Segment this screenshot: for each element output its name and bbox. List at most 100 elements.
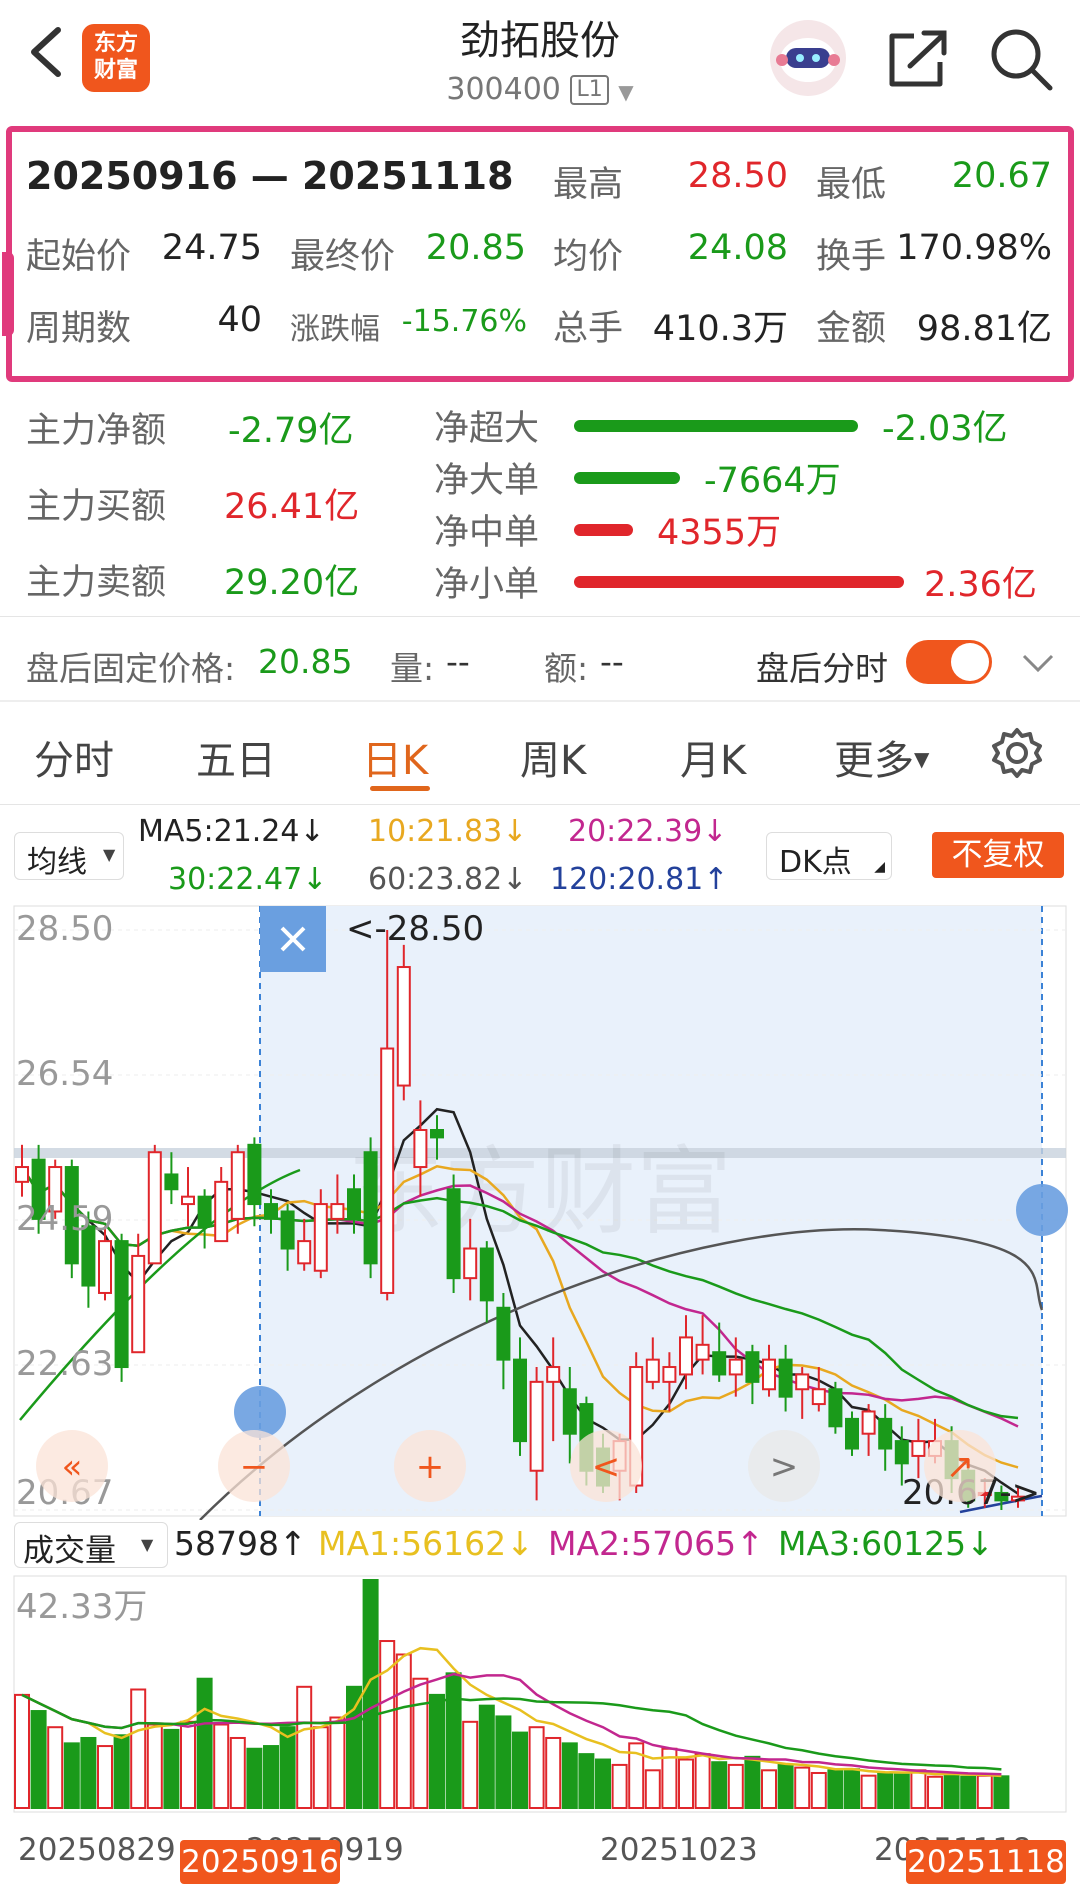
volume-bar	[478, 1704, 495, 1810]
start-label: 起始价	[26, 237, 132, 277]
low-label: 最低	[816, 165, 887, 205]
volume-bar	[346, 1685, 362, 1809]
selected-start-date[interactable]: 20250916	[180, 1840, 340, 1884]
tab-daily-k[interactable]: 日K	[362, 728, 428, 786]
volume-bar	[495, 1715, 512, 1809]
volume-bar	[30, 1710, 47, 1809]
volume-bar	[213, 1723, 230, 1809]
volume-bar	[595, 1758, 611, 1809]
selected-end-date[interactable]: 20251118	[906, 1840, 1066, 1884]
after-hours-toggle[interactable]	[906, 640, 992, 684]
turnover-label: 换手	[816, 237, 887, 277]
caret-down-icon: ▼	[914, 747, 930, 771]
chart-control-icon: «	[62, 1447, 83, 1487]
main-buy-label: 主力买额	[26, 487, 167, 527]
caret-down-icon: ▼	[141, 1535, 154, 1554]
candle-body	[662, 1366, 677, 1383]
y-axis-label: 24.59	[16, 1199, 113, 1239]
tab-intraday[interactable]: 分时	[34, 728, 114, 786]
after-hours-toggle-label: 盘后分时	[756, 649, 888, 688]
periods-value: 40	[217, 300, 262, 340]
range-end-handle	[1016, 1184, 1068, 1236]
ma20-value: 20:22.39↓	[568, 814, 728, 849]
stock-code: 300400	[446, 72, 561, 107]
volume-ma3: MA3:60125↓	[778, 1524, 994, 1563]
volume-max-label: 42.33万	[16, 1587, 147, 1627]
candle-body	[330, 1203, 345, 1220]
dk-label: DK点	[779, 845, 852, 880]
dk-point-button[interactable]: DK点 ◢	[766, 832, 892, 880]
candle-body	[529, 1380, 544, 1472]
volume-value: 410.3万	[652, 309, 788, 349]
ma-select[interactable]: 均线 ▼	[14, 832, 124, 880]
candle-body	[695, 1343, 710, 1361]
kline-chart[interactable]: 东方财富28.5026.5424.5922.6320.67<-28.5020.6…	[0, 900, 1080, 1520]
volume-bar	[163, 1728, 180, 1810]
y-axis-label: 26.54	[16, 1054, 113, 1094]
main-buy-value: 26.41亿	[224, 487, 360, 527]
share-icon[interactable]	[886, 28, 950, 90]
ma-select-label: 均线	[27, 845, 87, 880]
candle-body	[313, 1203, 328, 1272]
y-axis-label: 28.50	[16, 909, 113, 949]
volume-chart[interactable]: 42.33万	[0, 1572, 1080, 1822]
candle-body	[230, 1151, 245, 1220]
tab-more[interactable]: 更多▼	[834, 728, 929, 786]
flow-item-value: 2.36亿	[924, 565, 1037, 605]
after-hours-amt-label: 额:	[544, 649, 589, 688]
avg-label: 均价	[553, 237, 624, 277]
volume-bar	[528, 1726, 545, 1809]
volume-bar	[429, 1693, 445, 1809]
candle-body	[264, 1203, 278, 1220]
tab-weekly-k[interactable]: 周K	[520, 728, 586, 786]
main-sell-label: 主力卖额	[26, 563, 167, 603]
flow-item-label: 净大单	[434, 461, 540, 501]
date-label-1: 20250829	[18, 1832, 176, 1868]
volume-bar	[678, 1758, 694, 1809]
avg-value: 24.08	[687, 228, 788, 268]
candle-body	[446, 1188, 461, 1280]
level-badge: L1	[570, 75, 609, 105]
start-value: 24.75	[161, 228, 262, 268]
volume-bar	[229, 1736, 246, 1810]
candle-body	[114, 1240, 129, 1369]
change-label: 涨跌幅	[290, 312, 380, 347]
tab-five-day[interactable]: 五日	[196, 728, 276, 786]
volume-bar	[910, 1769, 927, 1810]
volume-bar	[976, 1774, 993, 1809]
candle-body	[712, 1351, 727, 1376]
candle-body	[745, 1351, 760, 1383]
volume-bar	[146, 1723, 163, 1809]
ma60-value: 60:23.82↓	[368, 862, 528, 897]
active-tab-indicator	[370, 786, 430, 791]
candle-body	[15, 1166, 29, 1183]
search-icon[interactable]	[988, 26, 1054, 92]
settings-gear-icon[interactable]	[990, 726, 1044, 780]
volume-bar	[445, 1672, 462, 1809]
ai-assistant-robot-icon[interactable]	[770, 20, 846, 96]
volume-bar	[512, 1731, 528, 1809]
volume-bar	[395, 1653, 412, 1809]
volume-bar	[860, 1774, 877, 1809]
candle-body	[164, 1173, 179, 1191]
end-value: 20.85	[425, 228, 526, 268]
volume-bar	[827, 1769, 844, 1810]
flow-item-value: -2.03亿	[882, 409, 1008, 449]
tab-monthly-k[interactable]: 月K	[680, 728, 746, 786]
date-label-3: 20251023	[600, 1832, 758, 1868]
date-range: 20250916 — 20251118	[26, 154, 514, 198]
candle-body	[396, 966, 411, 1087]
flow-item-value: -7664万	[704, 461, 841, 501]
after-hours-price-label: 盘后固定价格:	[26, 649, 236, 688]
after-hours-amt: --	[600, 642, 624, 681]
volume-bar	[63, 1742, 80, 1809]
candle-body	[828, 1388, 843, 1428]
candle-body	[280, 1210, 295, 1250]
volume-ma1: MA1:56162↓	[318, 1524, 534, 1563]
after-hours-vol: --	[446, 642, 470, 681]
volume-select[interactable]: 成交量 ▼	[14, 1522, 168, 1569]
chevron-down-icon[interactable]	[1020, 648, 1056, 676]
volume-bar	[761, 1769, 777, 1810]
volume-bar	[130, 1688, 147, 1809]
adjust-type-button[interactable]: 不复权	[932, 832, 1064, 878]
